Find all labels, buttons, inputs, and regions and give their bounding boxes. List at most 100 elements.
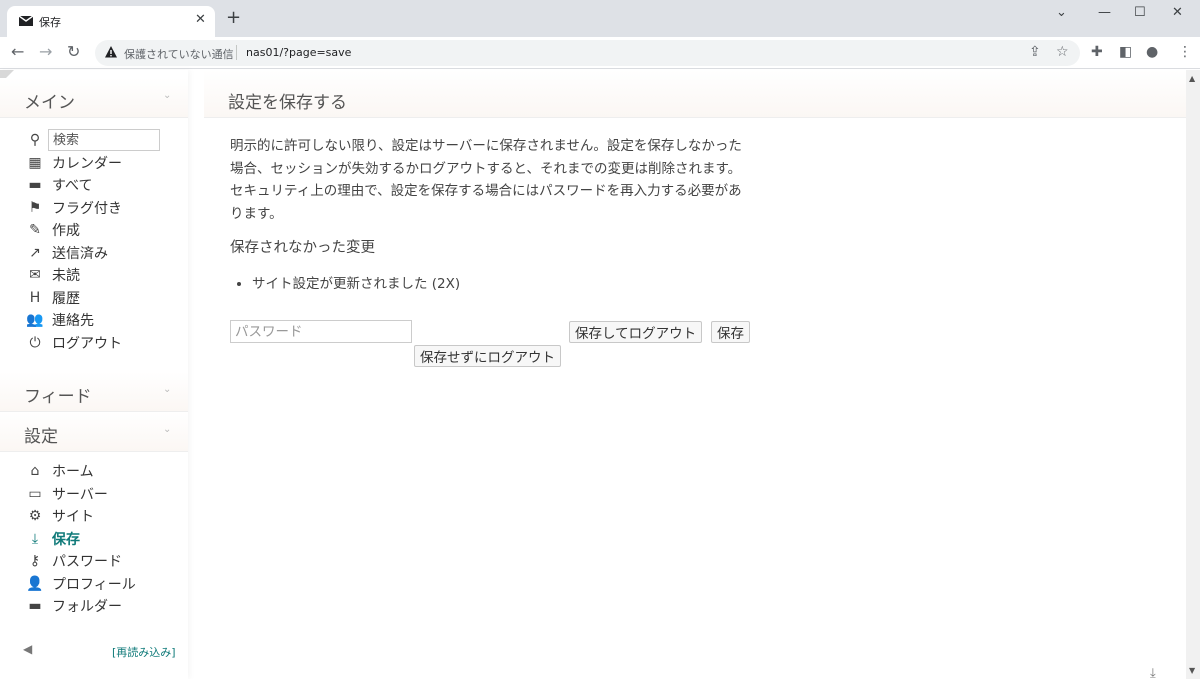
collapse-sidebar-icon[interactable]: ◀: [23, 642, 32, 656]
maximize-icon[interactable]: ☐: [1134, 5, 1146, 20]
download-arrow-icon[interactable]: ⤓: [1150, 666, 1156, 679]
search-row: ⚲: [26, 129, 160, 152]
sidebar-item-calendar[interactable]: ▦ カレンダー: [26, 152, 160, 175]
share-icon[interactable]: ⇪: [1029, 44, 1041, 60]
security-status[interactable]: 保護されていない通信: [124, 46, 234, 62]
browser-toolbar: ← → ↻ 保護されていない通信 nas01/?page=save ⇪ ☆ ✚ …: [0, 37, 1200, 69]
sidebar-item-folders[interactable]: ▬ フォルダー: [26, 595, 136, 618]
folder-icon: ▬: [28, 177, 42, 194]
sidebar-item-profile[interactable]: 👤 プロフィール: [26, 573, 136, 596]
chevron-down-icon: ⌄: [163, 384, 172, 395]
browser-menu-icon[interactable]: ⋮: [1178, 44, 1192, 60]
unsaved-changes-list: サイト設定が更新されました (2X): [252, 272, 460, 292]
user-icon: 👤: [26, 575, 44, 592]
settings-menu: ⌂ ホーム ▭ サーバー ⚙ サイト ⤓ 保存 ⚷ パスワード 👤 プロフィール: [26, 460, 136, 618]
sidebar-item-server[interactable]: ▭ サーバー: [26, 483, 136, 506]
sidebar-item-label: 作成: [52, 223, 80, 240]
power-icon: ⏻: [29, 334, 41, 351]
sidebar-item-unread[interactable]: ✉ 未読: [26, 264, 160, 287]
scroll-down-icon[interactable]: ▼: [1189, 666, 1195, 675]
logout-without-saving-button[interactable]: 保存せずにログアウト: [414, 345, 561, 367]
download-icon: ⤓: [31, 530, 39, 547]
section-header-settings[interactable]: 設定 ⌄: [0, 412, 188, 452]
browser-tab[interactable]: 保存 ✕: [7, 6, 215, 37]
url-text[interactable]: nas01/?page=save: [246, 46, 351, 59]
sidebar-item-label: ログアウト: [52, 335, 122, 352]
section-header-main[interactable]: メイン ⌄: [0, 78, 188, 118]
sidebar-item-label: 送信済み: [52, 245, 108, 262]
sidebar-item-logout[interactable]: ⏻ ログアウト: [26, 332, 160, 355]
reload-icon[interactable]: ↻: [67, 43, 80, 61]
sidebar-item-history[interactable]: H 履歴: [26, 287, 160, 310]
key-icon: ⚷: [29, 553, 41, 570]
save-and-logout-button[interactable]: 保存してログアウト: [569, 321, 703, 343]
bookmark-star-icon[interactable]: ☆: [1056, 44, 1069, 60]
save-description: 明示的に許可しない限り、設定はサーバーに保存されません。設定を保存しなかった場合…: [230, 138, 742, 222]
scroll-up-icon[interactable]: ▲: [1189, 74, 1195, 83]
sidebar-item-label: サイト: [52, 509, 94, 526]
section-header-feed[interactable]: フィード ⌄: [0, 372, 188, 412]
mail-icon: ✉: [29, 267, 41, 284]
sidebar-item-save[interactable]: ⤓ 保存: [26, 528, 136, 551]
warning-icon: [105, 46, 117, 58]
sidebar-item-home[interactable]: ⌂ ホーム: [26, 460, 136, 483]
reload-link[interactable]: [再読み込み]: [112, 644, 176, 660]
content-header: 設定を保存する: [204, 70, 1186, 118]
flag-icon: ⚑: [28, 199, 42, 216]
sidebar-item-password[interactable]: ⚷ パスワード: [26, 550, 136, 573]
sidebar-item-label: 保存: [52, 531, 80, 548]
tab-close-icon[interactable]: ✕: [195, 12, 206, 27]
calendar-icon: ▦: [28, 154, 42, 171]
home-icon: ⌂: [30, 463, 40, 480]
chevron-down-icon: ⌄: [163, 90, 172, 101]
extensions-icon[interactable]: ✚: [1091, 44, 1103, 60]
gear-icon: ⚙: [28, 508, 42, 525]
search-icon: ⚲: [29, 132, 41, 149]
back-icon[interactable]: ←: [11, 43, 24, 61]
new-tab-button[interactable]: +: [226, 9, 241, 27]
sidebar-item-label: ホーム: [52, 464, 94, 481]
forward-icon[interactable]: →: [39, 43, 52, 61]
contacts-icon: 👥: [26, 312, 44, 329]
tab-strip: 保存 ✕ + ⌄ — ☐ ✕: [0, 0, 1200, 37]
list-item: サイト設定が更新されました (2X): [252, 272, 460, 292]
sidebar-item-label: パスワード: [52, 554, 122, 571]
chevron-down-icon: ⌄: [163, 424, 172, 435]
compose-icon: ✎: [29, 222, 41, 239]
sent-icon: ↗: [29, 244, 41, 261]
address-bar[interactable]: 保護されていない通信 nas01/?page=save ⇪ ☆: [95, 40, 1080, 66]
section-title-settings: 設定: [24, 427, 58, 447]
sidebar-item-contacts[interactable]: 👥 連絡先: [26, 309, 160, 332]
sidebar-item-all[interactable]: ▬ すべて: [26, 174, 160, 197]
sidebar-item-label: 履歴: [52, 290, 80, 307]
monitor-icon: ▭: [28, 485, 42, 502]
sidebar-item-label: フラグ付き: [52, 200, 122, 217]
window-menu-chevron-icon[interactable]: ⌄: [1056, 5, 1067, 20]
window-close-icon[interactable]: ✕: [1172, 5, 1183, 20]
url-separator: [236, 45, 237, 60]
side-panel-icon[interactable]: ◧: [1119, 44, 1132, 60]
sidebar-item-label: プロフィール: [52, 576, 136, 593]
unsaved-changes-heading: 保存されなかった変更: [230, 240, 375, 256]
sidebar-item-sent[interactable]: ↗ 送信済み: [26, 242, 160, 265]
sidebar-item-compose[interactable]: ✎ 作成: [26, 219, 160, 242]
scrollbar[interactable]: ▲ ▼: [1186, 70, 1200, 679]
sidebar-item-label: サーバー: [52, 486, 108, 503]
main-menu: ⚲ ▦ カレンダー ▬ すべて ⚑ フラグ付き ✎ 作成 ↗ 送信済み: [26, 129, 160, 354]
search-input[interactable]: [48, 129, 160, 152]
password-field[interactable]: [230, 320, 412, 343]
sidebar-item-site[interactable]: ⚙ サイト: [26, 505, 136, 528]
mail-favicon-icon: [19, 16, 33, 26]
profile-avatar-icon[interactable]: ●: [1146, 44, 1158, 60]
page: メイン ⌄ ⚲ ▦ カレンダー ▬ すべて ⚑ フラグ付き ✎ 作成: [0, 70, 1200, 679]
tab-title: 保存: [39, 16, 61, 29]
sidebar-item-label: フォルダー: [52, 599, 122, 616]
main-content: 設定を保存する 明示的に許可しない限り、設定はサーバーに保存されません。設定を保…: [204, 70, 1186, 679]
minimize-icon[interactable]: —: [1098, 5, 1111, 20]
sidebar-item-label: 連絡先: [52, 313, 94, 330]
sidebar: メイン ⌄ ⚲ ▦ カレンダー ▬ すべて ⚑ フラグ付き ✎ 作成: [0, 70, 188, 679]
sidebar-item-label: カレンダー: [52, 155, 122, 172]
sidebar-item-label: すべて: [52, 178, 93, 195]
sidebar-item-flagged[interactable]: ⚑ フラグ付き: [26, 197, 160, 220]
save-button[interactable]: 保存: [711, 321, 750, 343]
